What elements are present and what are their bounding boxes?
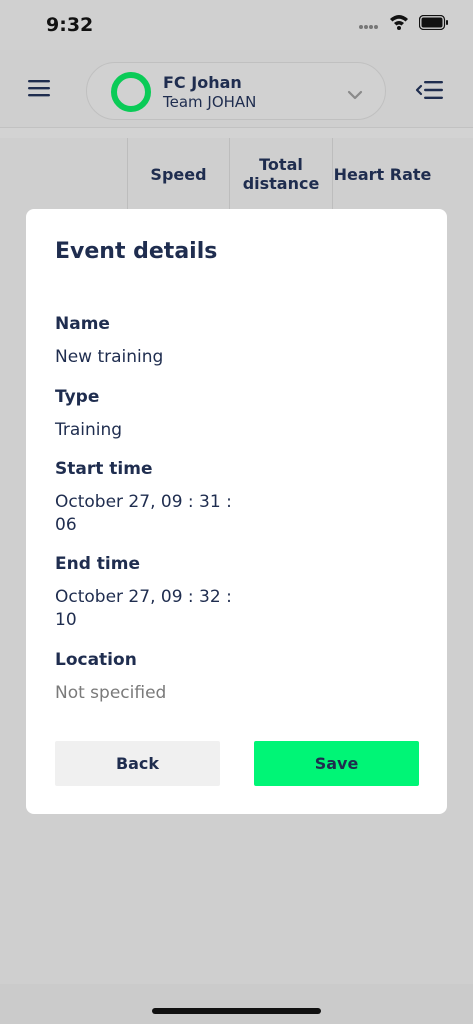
type-value: Training [55,420,123,440]
signal-icon [359,15,379,34]
menu-button[interactable] [26,78,54,100]
start-time-label: Start time [55,459,153,479]
team-selector[interactable]: FC Johan Team JOHAN [86,62,386,120]
type-label: Type [55,387,100,407]
column-header-total-distance[interactable]: Total distance [229,138,332,210]
save-button[interactable]: Save [254,741,419,786]
team-name: FC Johan [163,73,242,92]
battery-icon [418,14,449,34]
name-value: New training [55,347,164,367]
status-bar: 9:32 [0,0,473,50]
start-time-value: October 27, 09 : 31 : 06 [55,492,232,535]
column-header-heart-rate[interactable]: Heart Rate [332,138,432,210]
wifi-icon [389,14,409,34]
column-header-speed[interactable]: Speed [127,138,229,210]
status-icons [359,14,449,34]
location-value: Not specified [55,683,167,703]
team-logo [111,72,151,112]
status-time: 9:32 [46,14,94,36]
end-time-label: End time [55,554,140,574]
name-label: Name [55,314,110,334]
bottom-bar [0,984,473,1024]
back-button[interactable]: Back [55,741,220,786]
end-time-value: October 27, 09 : 32 : 10 [55,587,232,630]
home-indicator[interactable] [152,1008,321,1014]
app-header: FC Johan Team JOHAN [0,50,473,128]
dialog-title: Event details [55,239,218,264]
team-subtitle: Team JOHAN [163,93,257,111]
chevron-down-icon [347,85,363,104]
hamburger-icon [28,80,50,97]
location-label: Location [55,650,137,670]
side-panel-button[interactable] [415,80,445,100]
event-details-dialog: Event details Name New training Type Tra… [26,209,447,814]
collapse-menu-icon [415,81,443,99]
